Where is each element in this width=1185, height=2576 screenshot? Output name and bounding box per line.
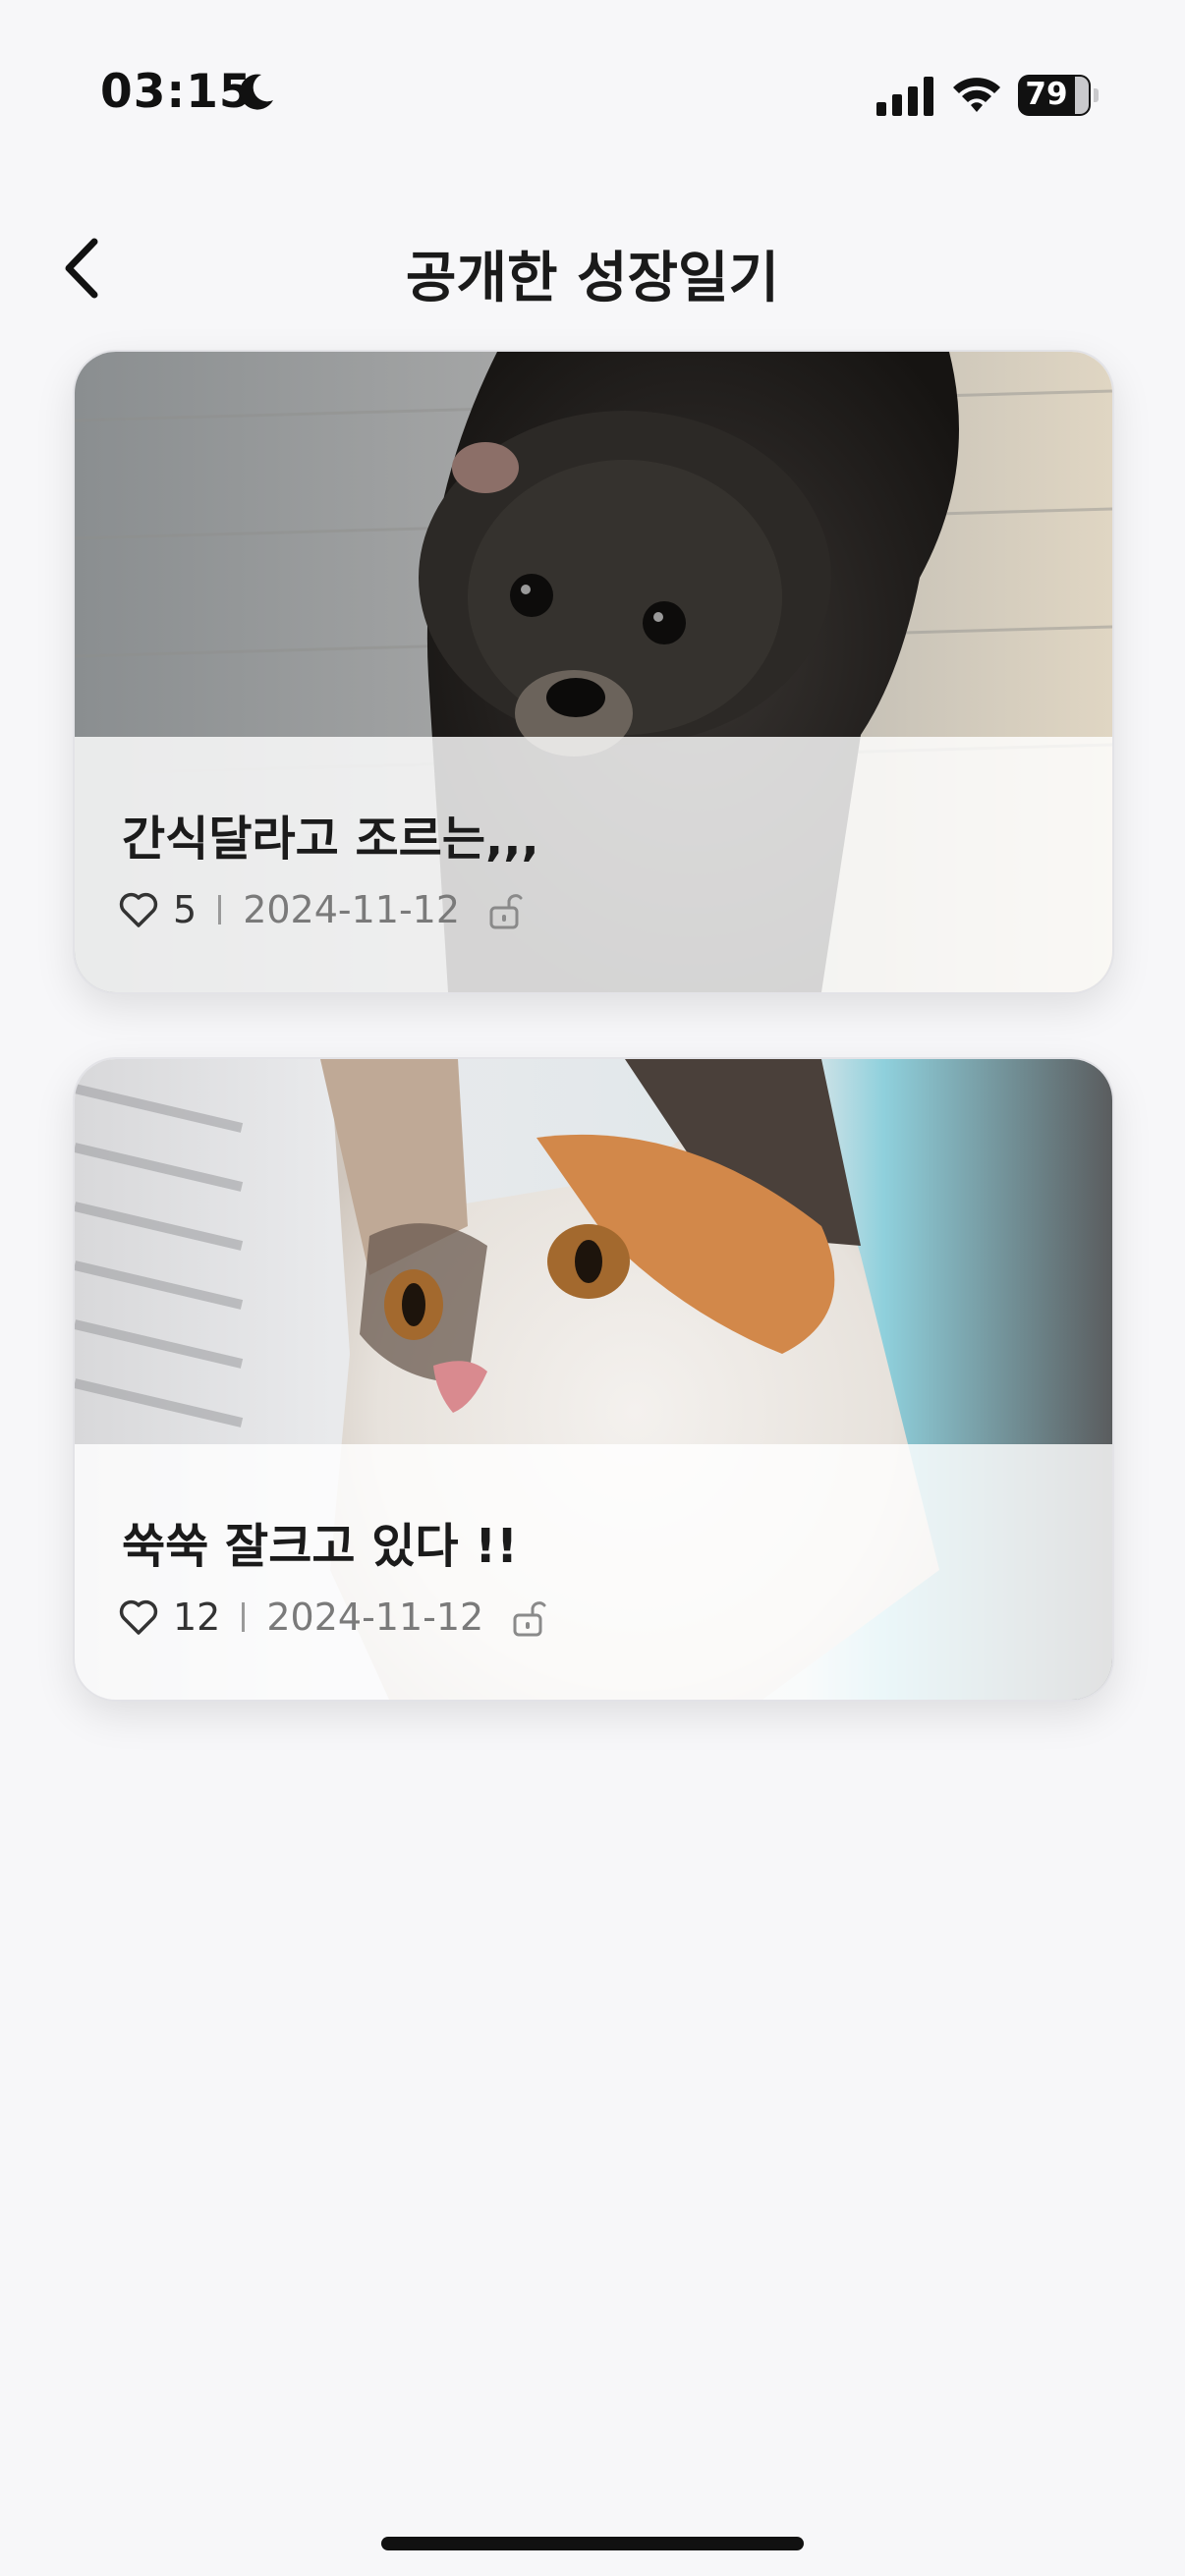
card-meta: 12 2024-11-12 bbox=[118, 1590, 546, 1645]
card-meta: 5 2024-11-12 bbox=[118, 882, 523, 937]
meta-divider bbox=[218, 895, 222, 924]
home-indicator[interactable] bbox=[381, 2537, 804, 2550]
card-title: 쑥쑥 잘크고 있다 !! bbox=[122, 1519, 519, 1574]
like-count: 12 bbox=[173, 1596, 221, 1639]
signal-icon bbox=[876, 77, 933, 116]
post-date: 2024-11-12 bbox=[266, 1596, 484, 1639]
heart-icon[interactable] bbox=[118, 1597, 159, 1637]
unlock-icon bbox=[513, 1601, 546, 1637]
battery-indicator: 79 bbox=[1018, 75, 1099, 116]
wifi-icon bbox=[953, 78, 1000, 112]
battery-cap bbox=[1094, 88, 1099, 102]
diary-card[interactable]: 쑥쑥 잘크고 있다 !! 12 2024-11-12 bbox=[73, 1057, 1114, 1702]
moon-icon bbox=[240, 74, 273, 110]
battery-body: 79 bbox=[1018, 75, 1091, 116]
battery-level: 79 bbox=[1025, 77, 1068, 112]
page-title: 공개한 성장일기 bbox=[405, 247, 780, 310]
status-bar: 03:15 79 bbox=[0, 0, 1185, 196]
meta-divider bbox=[242, 1602, 246, 1632]
battery-empty-portion bbox=[1075, 77, 1089, 114]
status-time: 03:15 bbox=[100, 65, 253, 119]
post-date: 2024-11-12 bbox=[243, 888, 461, 931]
card-title: 간식달라고 조르는,,, bbox=[122, 812, 539, 867]
like-count: 5 bbox=[173, 888, 198, 931]
heart-icon[interactable] bbox=[118, 890, 159, 929]
unlock-icon bbox=[489, 894, 523, 929]
diary-card[interactable]: 간식달라고 조르는,,, 5 2024-11-12 bbox=[73, 350, 1114, 994]
nav-bar: 공개한 성장일기 bbox=[0, 216, 1185, 314]
